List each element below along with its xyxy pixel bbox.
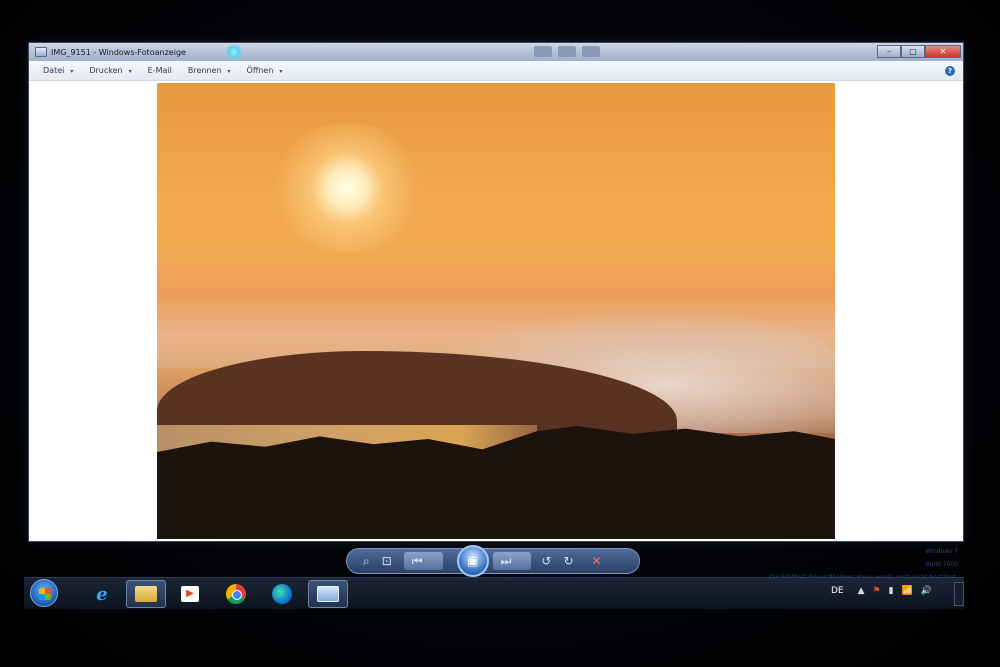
title-quick-buttons xyxy=(534,46,600,57)
minimize-button[interactable]: – xyxy=(877,45,901,58)
language-indicator[interactable]: DE xyxy=(831,586,844,596)
sunset-photo xyxy=(157,83,835,539)
action-center-flag-icon[interactable]: ⚑ xyxy=(873,586,881,596)
taskbar: e ▶ DE ▲ ⚑ ▮ 📶 🔊 xyxy=(24,577,964,609)
power-icon[interactable]: ▮ xyxy=(889,586,894,596)
taskbar-explorer[interactable] xyxy=(126,580,166,608)
taskbar-chrome[interactable] xyxy=(216,580,256,608)
delete-icon[interactable]: ✕ xyxy=(592,554,602,568)
system-tray: DE ▲ ⚑ ▮ 📶 🔊 xyxy=(831,586,954,596)
internet-explorer-icon: e xyxy=(96,583,108,605)
previous-icon[interactable]: ⏮ xyxy=(412,554,423,569)
navigation-group: ⏮ xyxy=(403,552,443,570)
taskbar-photo-viewer[interactable] xyxy=(308,580,348,608)
rotate-left-icon[interactable]: ↺ xyxy=(541,554,551,568)
maximize-button[interactable]: □ xyxy=(901,45,925,58)
photo-viewer-icon xyxy=(317,586,339,602)
taskbar-internet-explorer[interactable]: e xyxy=(82,580,122,608)
watermark-line-1: Windows 7 xyxy=(925,548,958,555)
menu-drucken-label: Drucken xyxy=(89,66,123,75)
menu-oeffnen-label: Öffnen xyxy=(246,66,274,75)
image-viewport xyxy=(29,81,963,541)
close-button[interactable]: ✕ xyxy=(925,45,961,58)
start-button[interactable] xyxy=(30,579,58,607)
window-controls: – □ ✕ xyxy=(877,45,961,58)
quick-button-1 xyxy=(534,46,552,57)
menu-brennen[interactable]: Brennen ▾ xyxy=(188,66,231,75)
menu-datei-label: Datei xyxy=(43,66,65,75)
sun xyxy=(267,123,427,253)
folder-icon xyxy=(135,586,157,602)
show-desktop-button[interactable] xyxy=(954,582,964,606)
chevron-down-icon: ▾ xyxy=(279,68,283,75)
viewer-controls: ⌕ ⊡ ⏮ ▣ ⏭ ↺ ↻ ✕ xyxy=(346,545,640,577)
menu-email-label: E-Mail xyxy=(147,66,172,75)
navigation-group-next: ⏭ xyxy=(492,552,532,570)
volume-icon[interactable]: 🔊 xyxy=(921,586,932,596)
menu-bar: Datei ▾ Drucken ▾ E-Mail Brennen ▾ Öffnen ▾ … xyxy=(29,61,963,81)
menu-email[interactable]: E-Mail xyxy=(148,66,172,75)
photo-viewer-window: IMG_9151 - Windows-Fotoanzeige – □ ✕ Dat… xyxy=(28,42,964,542)
menu-brennen-label: Brennen xyxy=(187,66,222,75)
next-icon[interactable]: ⏭ xyxy=(501,554,512,569)
menu-datei[interactable]: Datei ▾ xyxy=(43,66,73,75)
screen: IMG_9151 - Windows-Fotoanzeige – □ ✕ Dat… xyxy=(0,0,1000,667)
menu-drucken[interactable]: Drucken ▾ xyxy=(89,66,131,75)
chevron-down-icon: ▾ xyxy=(70,68,74,75)
menu-oeffnen[interactable]: Öffnen ▾ xyxy=(247,66,283,75)
quick-button-2 xyxy=(558,46,576,57)
rotate-right-icon[interactable]: ↻ xyxy=(563,554,573,568)
fit-to-window-icon[interactable]: ⊡ xyxy=(382,554,392,568)
chevron-down-icon: ▾ xyxy=(128,68,132,75)
taskbar-media-player[interactable]: ▶ xyxy=(170,580,210,608)
help-icon[interactable]: ? xyxy=(945,66,955,76)
taskbar-edge[interactable] xyxy=(262,580,302,608)
title-bar[interactable]: IMG_9151 - Windows-Fotoanzeige – □ ✕ xyxy=(29,43,963,61)
photo-viewer-app-icon xyxy=(35,47,47,57)
zoom-icon[interactable]: ⌕ xyxy=(363,554,370,569)
network-icon[interactable]: 📶 xyxy=(902,586,913,596)
slideshow-button[interactable]: ▣ xyxy=(456,545,489,577)
chevron-down-icon: ▾ xyxy=(227,68,231,75)
title-glare xyxy=(224,45,244,59)
watermark-line-2: Build 7600 xyxy=(925,561,958,568)
media-player-icon: ▶ xyxy=(181,586,199,602)
show-hidden-icons-icon[interactable]: ▲ xyxy=(858,586,865,596)
edge-icon xyxy=(272,584,292,604)
quick-button-3 xyxy=(582,46,600,57)
window-title: IMG_9151 - Windows-Fotoanzeige xyxy=(51,47,186,57)
chrome-icon xyxy=(226,584,246,604)
